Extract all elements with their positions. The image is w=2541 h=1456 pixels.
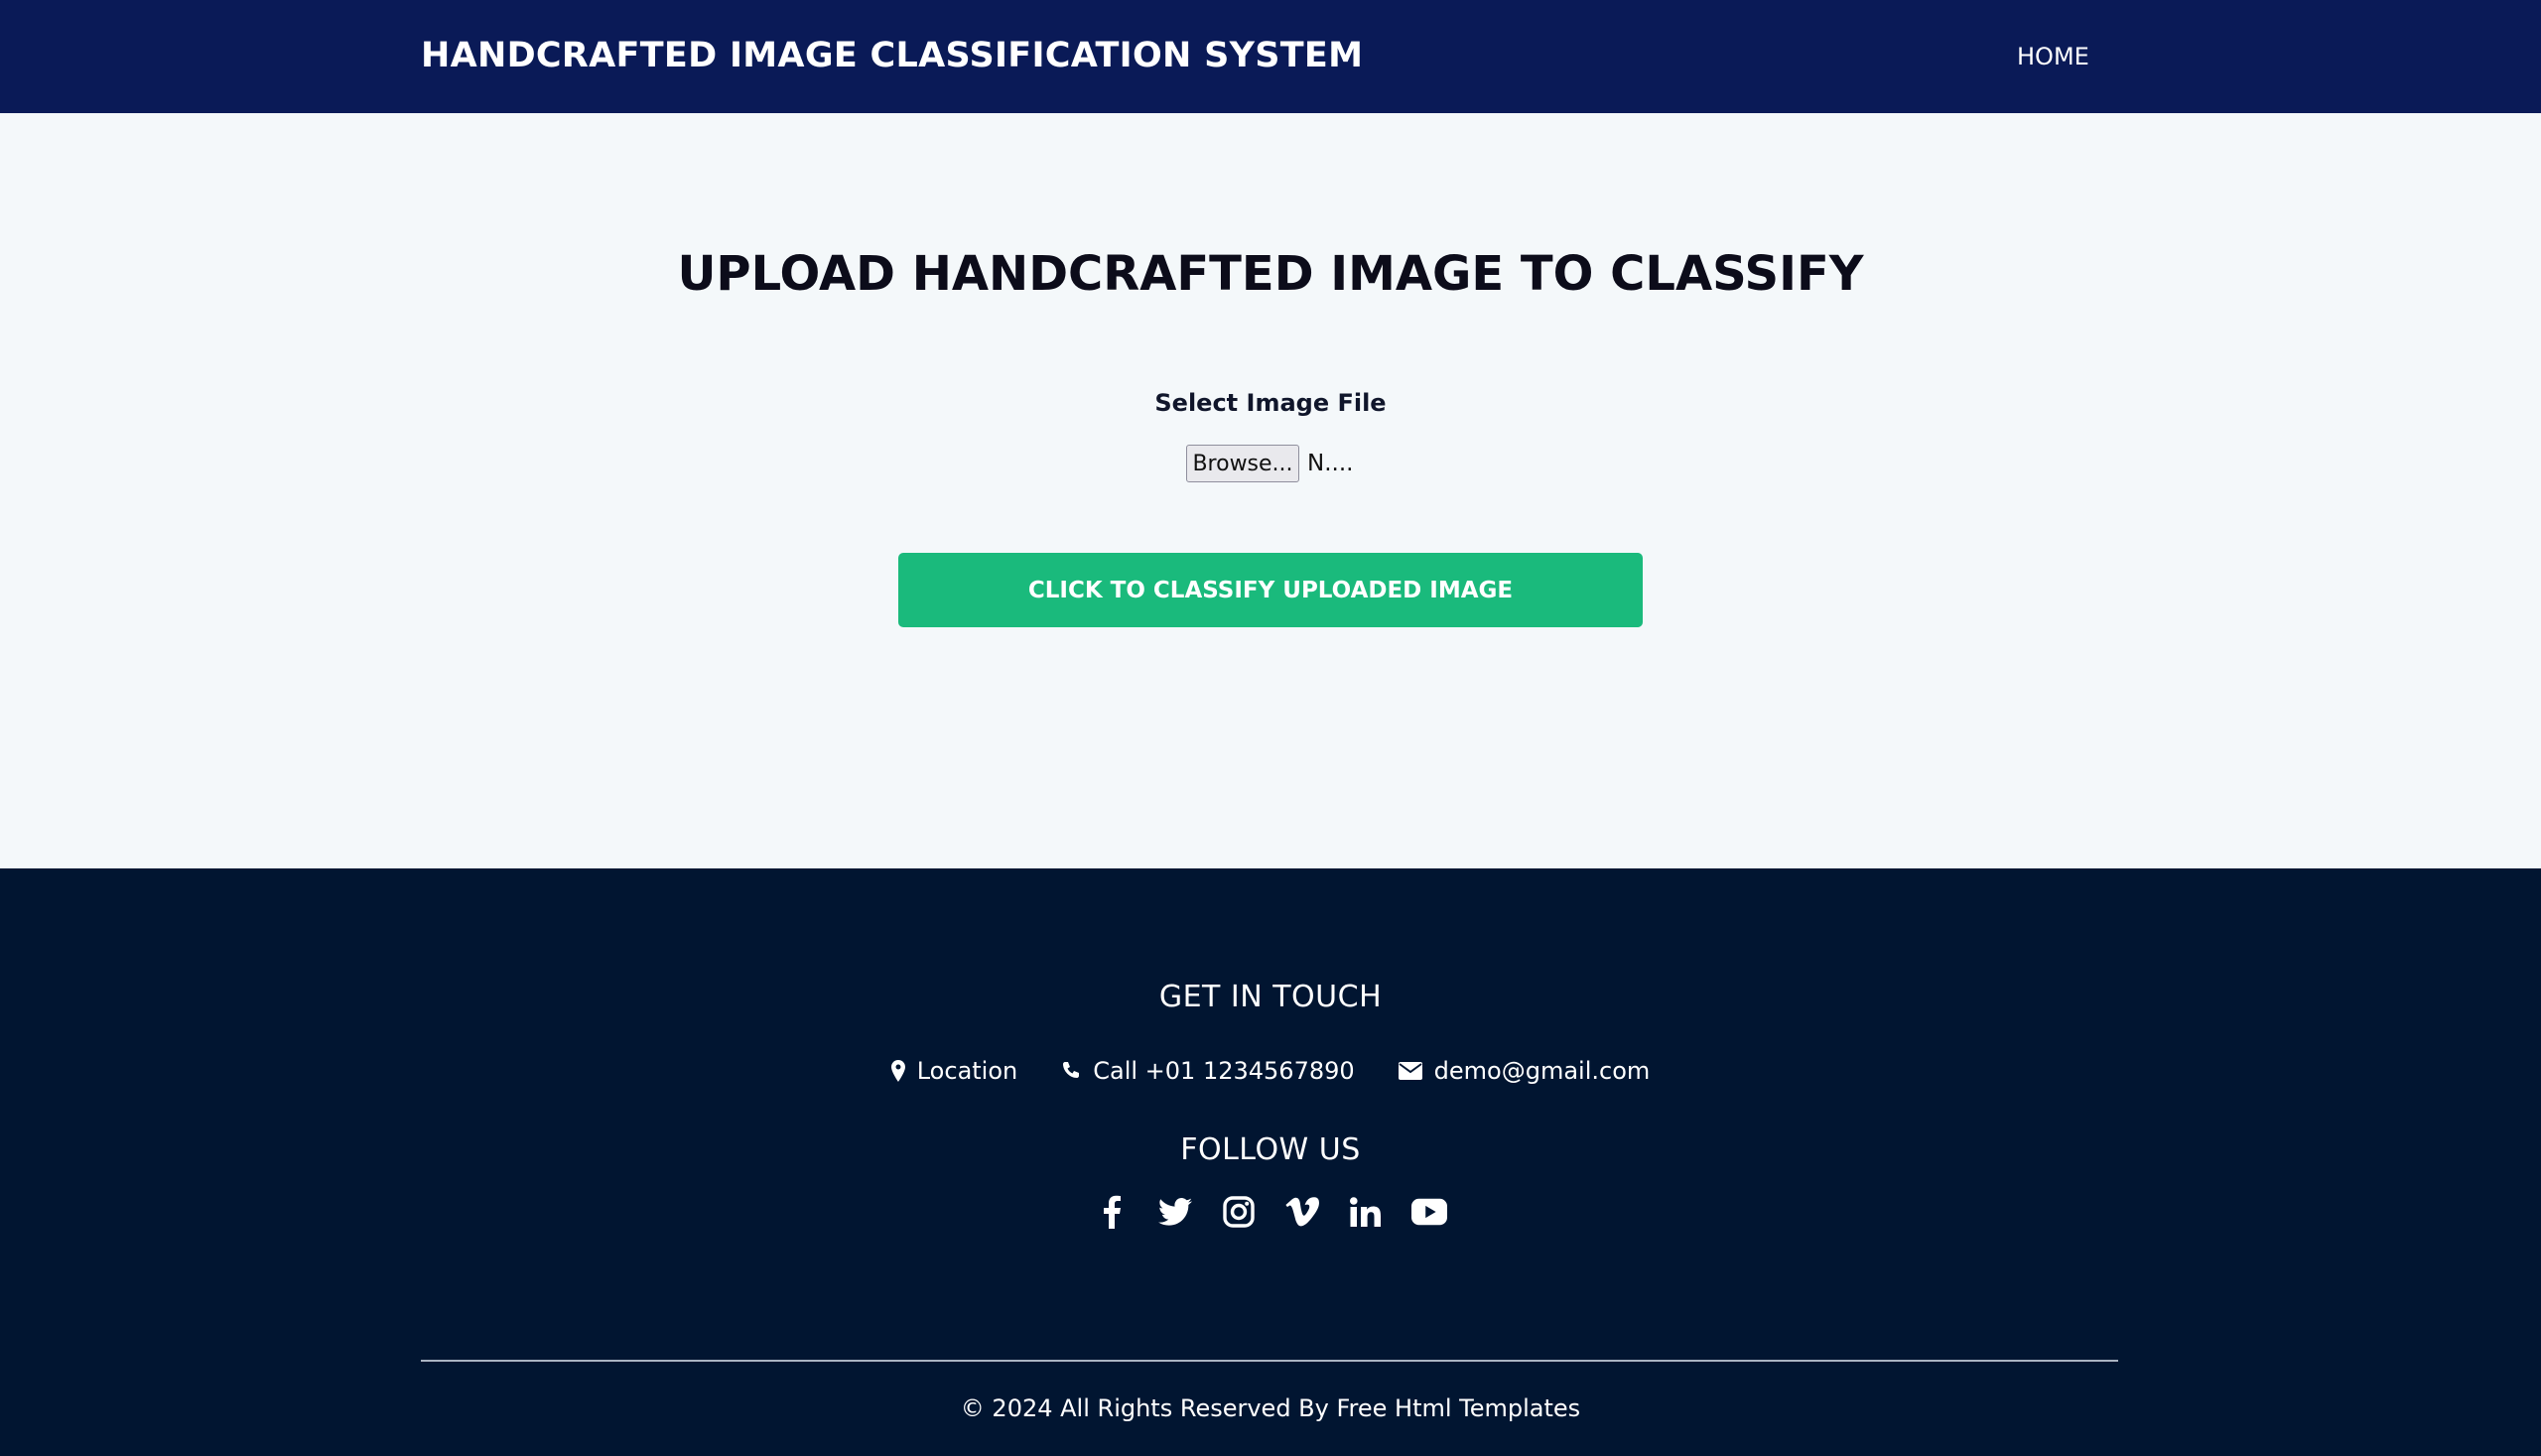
twitter-icon[interactable] [1157,1194,1193,1230]
page-title: UPLOAD HANDCRAFTED IMAGE TO CLASSIFY [677,246,1864,302]
map-marker-icon [890,1060,905,1082]
contact-phone-text: Call +01 1234567890 [1093,1057,1355,1085]
file-input[interactable]: Browse... N.... [1186,445,1353,482]
social-links [0,1194,2541,1230]
selected-file-name: N.... [1307,451,1354,476]
footer-divider [421,1360,2118,1362]
site-brand[interactable]: HANDCRAFTED IMAGE CLASSIFICATION SYSTEM [421,36,1363,75]
contact-list: Location Call +01 1234567890 demo@gmail.… [0,1057,2541,1085]
vimeo-icon[interactable] [1284,1194,1320,1230]
upload-section: UPLOAD HANDCRAFTED IMAGE TO CLASSIFY Sel… [0,113,2541,868]
facebook-icon[interactable] [1094,1194,1130,1230]
classify-button[interactable]: CLICK TO CLASSIFY UPLOADED IMAGE [898,553,1643,627]
instagram-icon[interactable] [1221,1194,1257,1230]
contact-location-text: Location [916,1057,1018,1085]
copyright-text: © 2024 All Rights Reserved By Free Html … [960,1394,1581,1422]
contact-email-link[interactable]: demo@gmail.com [1398,1057,1651,1085]
contact-phone-link[interactable]: Call +01 1234567890 [1061,1057,1355,1085]
nav-home-link[interactable]: HOME [2017,43,2089,70]
contact-location-link[interactable]: Location [890,1057,1018,1085]
contact-email-text: demo@gmail.com [1433,1057,1651,1085]
contact-heading: GET IN TOUCH [1158,980,1383,1014]
youtube-icon[interactable] [1411,1194,1447,1230]
file-field-label: Select Image File [1154,389,1387,417]
envelope-icon [1398,1062,1422,1080]
browse-button[interactable]: Browse... [1186,445,1299,482]
top-navbar: HANDCRAFTED IMAGE CLASSIFICATION SYSTEM … [0,0,2541,113]
follow-heading: FOLLOW US [1180,1132,1361,1167]
linkedin-icon[interactable] [1348,1194,1384,1230]
footer: GET IN TOUCH Location Call +01 123456789… [0,868,2541,1456]
phone-icon [1061,1061,1081,1081]
